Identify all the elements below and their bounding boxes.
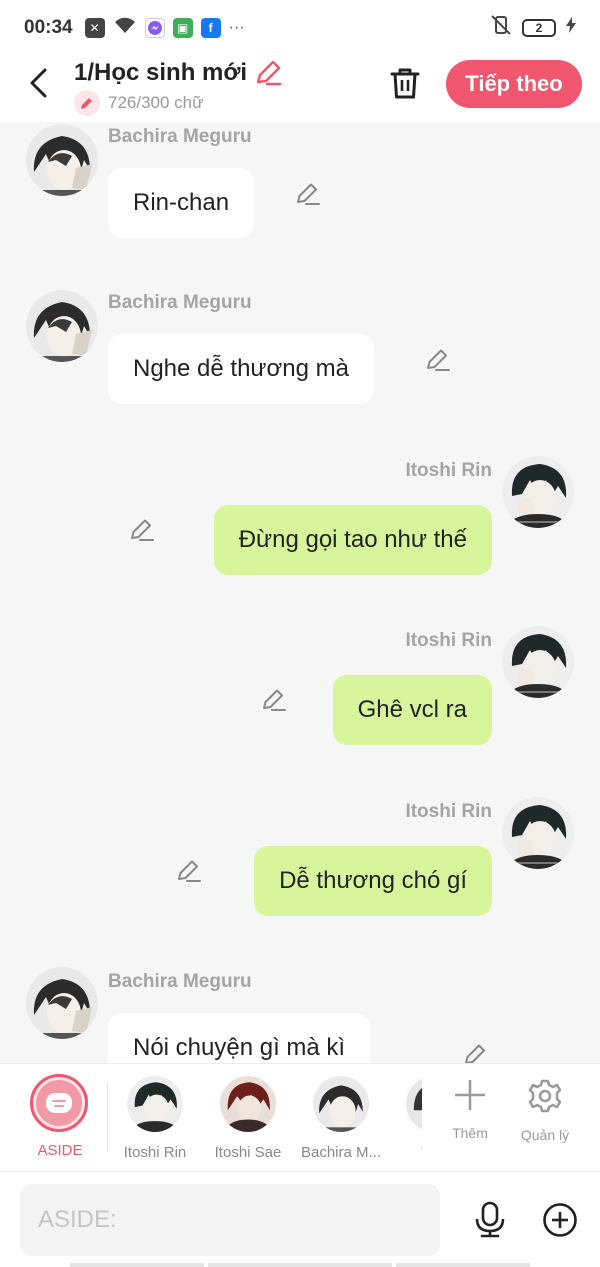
back-arrow-icon — [30, 68, 47, 98]
add-label: Thêm — [452, 1125, 488, 1141]
add-character-button[interactable]: Thêm — [435, 1078, 505, 1141]
mute-vibrate-icon — [490, 14, 512, 42]
message-bubble[interactable]: Đừng gọi tao như thế — [213, 505, 492, 575]
edit-message-icon[interactable] — [294, 180, 322, 208]
message-bubble[interactable]: Rin-chan — [108, 168, 255, 238]
page-title: 1/Học sinh mới — [74, 59, 248, 86]
app-header: 1/Học sinh mới 726/300 chữ Tiếp theo — [0, 56, 600, 122]
voice-button[interactable] — [470, 1200, 510, 1240]
edit-message-icon[interactable] — [175, 857, 203, 885]
character-list[interactable]: Itoshi Rin Itoshi Sae Bachira M... Thủ — [108, 1064, 422, 1172]
microphone-icon — [475, 1201, 505, 1238]
avatar-itoshi-rin[interactable] — [502, 456, 574, 528]
plus-circle-icon — [543, 1203, 577, 1237]
character-bar: ASIDE Itoshi Rin Itoshi Sae Bachira M...… — [0, 1063, 600, 1171]
sender-name: Bachira Meguru — [108, 971, 252, 992]
avatar-thu — [406, 1076, 422, 1132]
back-button[interactable] — [22, 66, 56, 100]
character-itoshi-rin[interactable]: Itoshi Rin — [108, 1076, 202, 1161]
next-button[interactable]: Tiếp theo — [446, 60, 582, 108]
gear-icon — [528, 1079, 562, 1113]
message-input[interactable] — [20, 1184, 440, 1256]
sender-name: Bachira Meguru — [108, 292, 252, 313]
avatar-itoshi-rin[interactable] — [502, 626, 574, 698]
edit-title-icon[interactable] — [253, 58, 283, 88]
character-name: Thủ — [387, 1144, 422, 1161]
message-bubble[interactable]: Ghê vcl ra — [332, 675, 492, 745]
aside-icon — [30, 1074, 88, 1132]
message-bubble[interactable]: Dễ thương chó gí — [254, 846, 492, 916]
messenger-icon — [144, 18, 165, 38]
avatar-bachira[interactable] — [26, 967, 98, 1039]
nav-indicator — [70, 1263, 204, 1267]
wifi-icon — [113, 15, 137, 41]
message-bubble[interactable]: Nói chuyện gì mà kì — [108, 1013, 371, 1063]
nav-indicator — [208, 1263, 392, 1267]
sender-name: Itoshi Rin — [405, 460, 492, 481]
more-dots-icon: ··· — [228, 19, 245, 36]
aside-selector[interactable] — [30, 1074, 90, 1132]
character-thu[interactable]: Thủ — [387, 1076, 422, 1161]
facebook-icon: f — [200, 18, 221, 38]
sender-name: Itoshi Rin — [405, 801, 492, 822]
avatar-itoshi-rin — [127, 1076, 183, 1132]
close-box-icon: ✕ — [84, 18, 105, 38]
avatar-itoshi-rin[interactable] — [502, 797, 574, 869]
trash-icon — [390, 68, 420, 99]
nav-indicator — [396, 1263, 530, 1267]
chapter-title[interactable]: 1/Học sinh mới — [74, 58, 283, 88]
edit-message-icon[interactable] — [424, 346, 452, 374]
app-icon: ▣ — [172, 18, 193, 38]
word-count: 726/300 chữ — [108, 93, 204, 112]
character-name: Itoshi Rin — [123, 1144, 187, 1161]
avatar-bachira[interactable] — [26, 290, 98, 362]
character-itoshi-sae[interactable]: Itoshi Sae — [201, 1076, 295, 1161]
input-bar — [0, 1171, 600, 1267]
character-name: Itoshi Sae — [214, 1144, 282, 1161]
sender-name: Itoshi Rin — [405, 630, 492, 651]
character-bachira[interactable]: Bachira M... — [294, 1076, 388, 1161]
avatar-bachira — [313, 1076, 369, 1132]
character-name: Bachira M... — [300, 1144, 382, 1161]
pencil-icon — [74, 90, 100, 116]
status-bar: 00:34 ✕ ▣ f ··· 2 — [0, 0, 600, 56]
aside-label: ASIDE — [37, 1142, 83, 1159]
word-count-row: 726/300 chữ — [74, 90, 204, 116]
charging-icon — [566, 17, 576, 39]
chat-area[interactable]: Bachira Meguru Rin-chan Bachira Meguru N… — [0, 122, 600, 1063]
manage-label: Quản lý — [520, 1127, 570, 1143]
more-options-button[interactable] — [540, 1200, 580, 1240]
sender-name: Bachira Meguru — [108, 126, 252, 147]
manage-button[interactable]: Quản lý — [510, 1078, 580, 1143]
message-bubble[interactable]: Nghe dễ thương mà — [108, 334, 374, 404]
delete-button[interactable] — [386, 64, 424, 102]
avatar-itoshi-sae — [220, 1076, 276, 1132]
avatar-bachira[interactable] — [26, 124, 98, 196]
edit-message-icon[interactable] — [260, 686, 288, 714]
edit-message-icon[interactable] — [462, 1041, 490, 1063]
status-time: 00:34 — [24, 17, 73, 38]
plus-icon — [455, 1080, 485, 1110]
edit-message-icon[interactable] — [128, 516, 156, 544]
battery-icon: 2 — [522, 19, 556, 37]
